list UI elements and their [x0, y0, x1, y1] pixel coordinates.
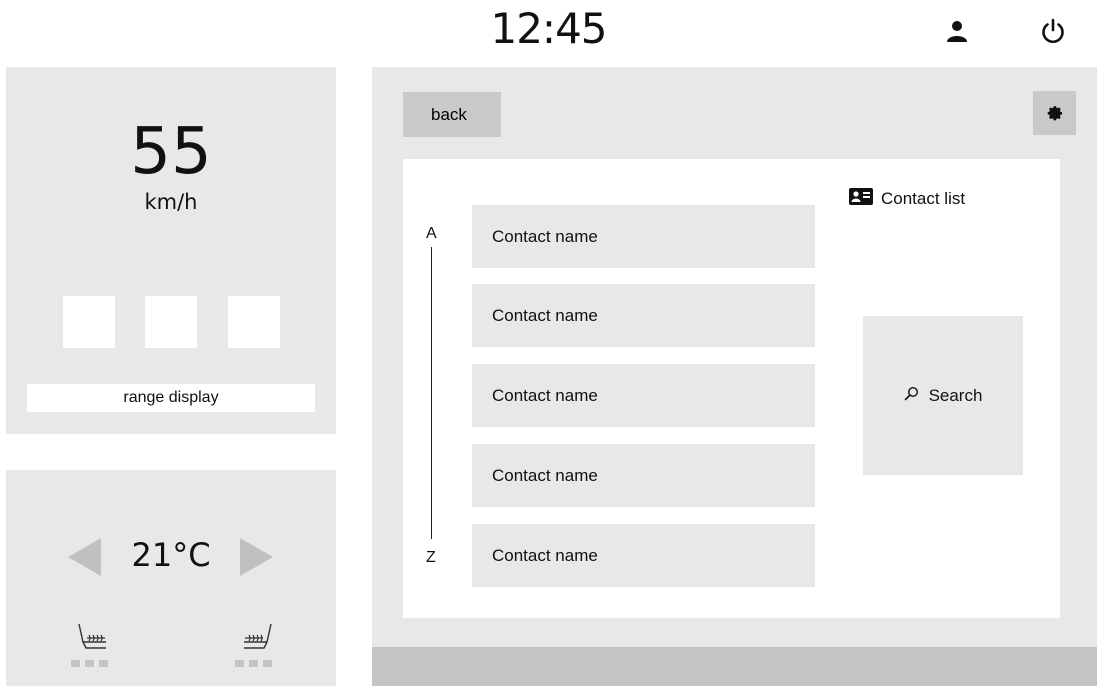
contact-row[interactable]: Contact name [472, 284, 815, 347]
seat-heater-right-level [235, 660, 272, 667]
range-display: range display [27, 384, 315, 412]
search-label: Search [928, 385, 983, 405]
alphabet-index-end[interactable]: Z [426, 549, 436, 567]
user-icon[interactable] [940, 14, 974, 48]
arrow-right-icon[interactable] [240, 538, 273, 576]
contact-row[interactable]: Contact name [472, 524, 815, 587]
clock: 12:45 [490, 4, 607, 53]
speed-panel: 55 km/h range display [6, 67, 336, 434]
indicator-box-3 [228, 296, 280, 348]
contact-list-label: Contact list [881, 189, 966, 208]
speed-unit: km/h [144, 190, 198, 214]
contact-row[interactable]: Contact name [472, 205, 815, 268]
search-button[interactable]: Search [863, 316, 1023, 475]
temperature-display: 21°C [131, 536, 211, 574]
bottom-bar [372, 647, 1097, 686]
seat-heater-right-icon[interactable] [240, 622, 274, 652]
climate-panel: 21°C [6, 470, 336, 686]
contact-row[interactable]: Contact name [472, 364, 815, 427]
arrow-left-icon[interactable] [68, 538, 101, 576]
contacts-card: A Z Contact name Contact name Contact na… [403, 159, 1060, 618]
seat-heater-left-icon[interactable] [76, 622, 110, 652]
seat-heater-left-level [71, 660, 108, 667]
contact-card-icon [849, 188, 873, 210]
back-button[interactable]: back [403, 92, 501, 137]
alphabet-scrollbar[interactable] [431, 247, 432, 539]
contact-row[interactable]: Contact name [472, 444, 815, 507]
gear-icon[interactable] [1033, 91, 1076, 135]
indicator-box-2 [145, 296, 197, 348]
alphabet-index-start[interactable]: A [426, 225, 437, 243]
contact-list-heading: Contact list [849, 188, 965, 210]
power-icon[interactable] [1036, 14, 1070, 48]
speed-value: 55 [130, 115, 212, 189]
contacts-panel: back A Z Contact name Contact name Conta… [372, 67, 1097, 647]
search-icon [904, 386, 919, 406]
indicator-box-1 [63, 296, 115, 348]
